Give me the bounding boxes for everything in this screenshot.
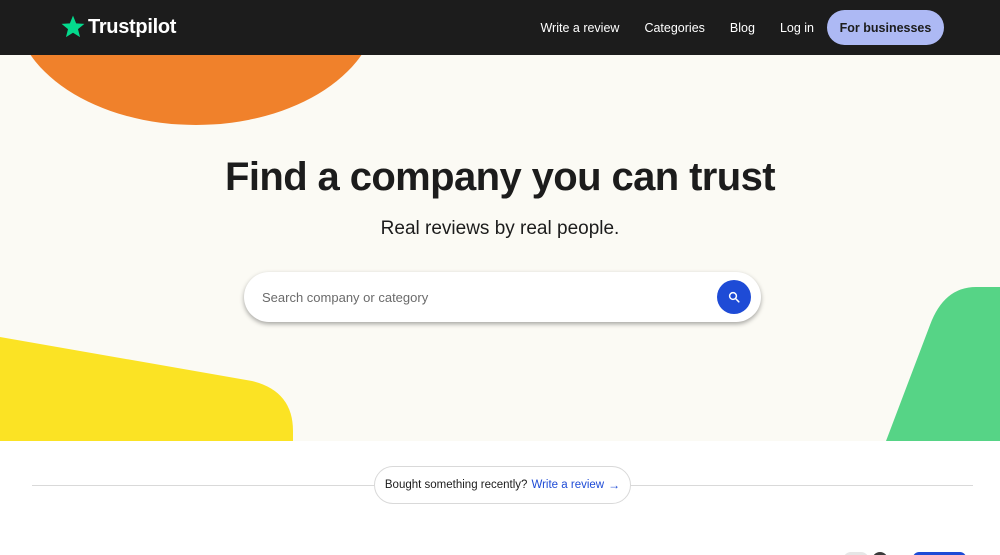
- nav-categories[interactable]: Categories: [644, 21, 704, 35]
- hero-section: Find a company you can trust Real review…: [0, 55, 1000, 441]
- decorative-yellow-shape: [0, 337, 293, 441]
- main-nav: Write a review Categories Blog Log in Fo…: [540, 10, 944, 45]
- decorative-green-shape: [886, 287, 1000, 441]
- logo-text: Trustpilot: [88, 15, 177, 38]
- bought-recently-banner: Bought something recently? Write a revie…: [374, 466, 631, 504]
- nav-blog[interactable]: Blog: [730, 21, 755, 35]
- bought-recently-text: Bought something recently?: [384, 479, 528, 491]
- search-icon: [728, 291, 740, 303]
- arrow-right-icon: →: [608, 478, 621, 492]
- search-bar: [244, 272, 761, 322]
- nav-log-in[interactable]: Log in: [780, 21, 814, 35]
- hero-title: Find a company you can trust: [225, 155, 776, 199]
- for-businesses-button[interactable]: For businesses: [827, 10, 944, 45]
- nav-write-a-review[interactable]: Write a review: [540, 21, 619, 35]
- hero-subtitle: Real reviews by real people.: [380, 218, 620, 239]
- top-navigation-bar: Trustpilot Write a review Categories Blo…: [0, 0, 1000, 55]
- search-button[interactable]: [717, 280, 751, 314]
- star-icon: [60, 14, 86, 40]
- divider-right: [630, 485, 973, 486]
- trustpilot-logo[interactable]: Trustpilot: [60, 12, 176, 42]
- search-input[interactable]: [262, 285, 702, 309]
- divider-left: [32, 485, 375, 486]
- write-a-review-link[interactable]: Write a review: [531, 479, 604, 491]
